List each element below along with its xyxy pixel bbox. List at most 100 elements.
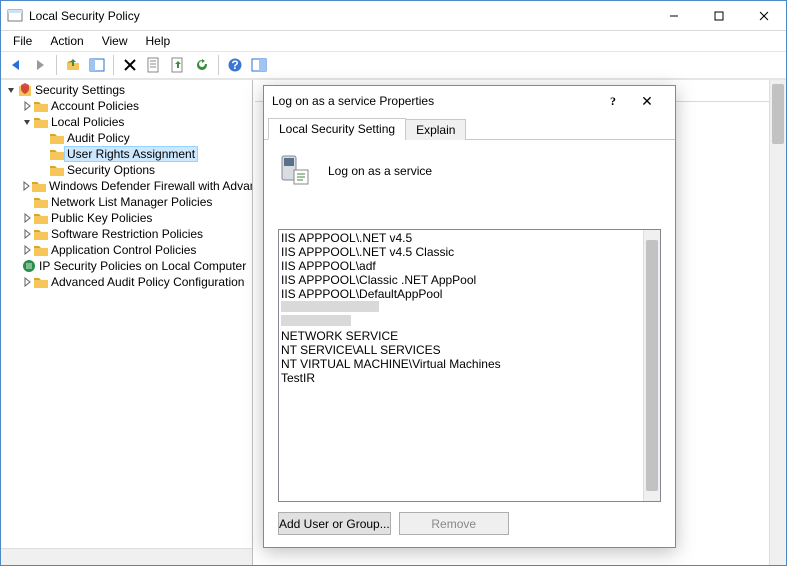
properties-button[interactable]: [143, 54, 165, 76]
principal-item[interactable]: NT SERVICE\ALL SERVICES: [281, 343, 658, 357]
listbox-scrollbar[interactable]: [643, 230, 660, 501]
folder-icon: [33, 274, 49, 290]
folder-icon: [33, 210, 49, 226]
app-icon: [7, 8, 23, 24]
folder-icon: [33, 98, 49, 114]
tree-item[interactable]: Public Key Policies: [1, 210, 252, 226]
expand-collapse-icon[interactable]: [5, 84, 17, 96]
tree-item-label: Audit Policy: [65, 131, 132, 145]
dialog-title: Log on as a service Properties: [272, 94, 599, 108]
tree-item[interactable]: Security Options: [1, 162, 252, 178]
manage-templates-button[interactable]: [248, 54, 270, 76]
tree-item-label: Local Policies: [49, 115, 126, 129]
dialog-help-button[interactable]: ?: [599, 94, 627, 109]
up-button[interactable]: [62, 54, 84, 76]
expand-collapse-icon[interactable]: [21, 116, 33, 128]
tree-item[interactable]: Application Control Policies: [1, 242, 252, 258]
tree-item[interactable]: Software Restriction Policies: [1, 226, 252, 242]
back-button[interactable]: [5, 54, 27, 76]
tree-root[interactable]: Security Settings: [1, 82, 252, 98]
dialog-titlebar: Log on as a service Properties ? ✕: [264, 86, 675, 116]
toolbar: ?: [1, 51, 786, 79]
tree-pane[interactable]: Security Settings Account Policies Local P…: [1, 80, 253, 565]
expand-collapse-icon[interactable]: [21, 244, 33, 256]
folder-icon: [33, 194, 49, 210]
principal-item-redacted[interactable]: [281, 315, 658, 329]
tree-item-label: Advanced Audit Policy Configuration: [49, 275, 246, 289]
expand-collapse-icon[interactable]: [21, 228, 33, 240]
dialog-tabs: Local Security Setting Explain: [264, 116, 675, 140]
folder-icon: [33, 242, 49, 258]
expand-collapse-icon[interactable]: [21, 196, 33, 208]
folder-icon: [33, 114, 49, 130]
h-scrollbar[interactable]: [1, 548, 252, 565]
help-button[interactable]: ?: [224, 54, 246, 76]
tree-item-label: Public Key Policies: [49, 211, 154, 225]
expand-collapse-icon[interactable]: [37, 148, 49, 160]
menu-file[interactable]: File: [5, 32, 40, 50]
properties-dialog: Log on as a service Properties ? ✕ Local…: [263, 85, 676, 548]
expand-collapse-icon[interactable]: [37, 164, 49, 176]
tree-item-label: User Rights Assignment: [65, 147, 197, 161]
tree-item[interactable]: IP Security Policies on Local Computer: [1, 258, 252, 274]
maximize-button[interactable]: [696, 1, 741, 30]
folder-icon: [49, 162, 65, 178]
principal-item[interactable]: NETWORK SERVICE: [281, 329, 658, 343]
tree-item-label: Account Policies: [49, 99, 141, 113]
menu-help[interactable]: Help: [138, 32, 179, 50]
tree-item-label: Application Control Policies: [49, 243, 198, 257]
expand-collapse-icon[interactable]: [21, 212, 33, 224]
expand-collapse-icon[interactable]: [21, 100, 33, 112]
refresh-button[interactable]: [191, 54, 213, 76]
tree-item[interactable]: Advanced Audit Policy Configuration: [1, 274, 252, 290]
add-user-or-group-button[interactable]: Add User or Group...: [278, 512, 391, 535]
v-scrollbar[interactable]: [769, 80, 786, 565]
menu-view[interactable]: View: [94, 32, 136, 50]
principal-item[interactable]: IIS APPPOOL\adf: [281, 259, 658, 273]
export-list-button[interactable]: [167, 54, 189, 76]
tree-item[interactable]: Account Policies: [1, 98, 252, 114]
tree-item-label: Network List Manager Policies: [49, 195, 214, 209]
expand-collapse-icon[interactable]: [21, 180, 31, 192]
principal-item[interactable]: NT VIRTUAL MACHINE\Virtual Machines: [281, 357, 658, 371]
tree-item[interactable]: Network List Manager Policies: [1, 194, 252, 210]
remove-button: Remove: [399, 512, 509, 535]
minimize-button[interactable]: [651, 1, 696, 30]
expand-collapse-icon[interactable]: [21, 276, 33, 288]
tree-item-label: Security Options: [65, 163, 157, 177]
dialog-close-button[interactable]: ✕: [627, 93, 667, 110]
svg-text:?: ?: [231, 58, 238, 72]
tab-local-security-setting[interactable]: Local Security Setting: [268, 118, 406, 140]
folder-icon: [49, 146, 65, 162]
principal-item[interactable]: IIS APPPOOL\Classic .NET AppPool: [281, 273, 658, 287]
folder-icon: [33, 226, 49, 242]
menubar: File Action View Help: [1, 31, 786, 51]
window-title: Local Security Policy: [29, 9, 651, 23]
principal-item[interactable]: IIS APPPOOL\DefaultAppPool: [281, 287, 658, 301]
show-hide-tree-button[interactable]: [86, 54, 108, 76]
tree-item[interactable]: Audit Policy: [1, 130, 252, 146]
tree-item-label: IP Security Policies on Local Computer: [37, 259, 248, 273]
expand-collapse-icon[interactable]: [37, 132, 49, 144]
principal-item[interactable]: IIS APPPOOL\.NET v4.5 Classic: [281, 245, 658, 259]
tree-item[interactable]: Local Policies: [1, 114, 252, 130]
policy-icon: [278, 152, 312, 189]
separator: [113, 55, 114, 75]
forward-button[interactable]: [29, 54, 51, 76]
close-button[interactable]: [741, 1, 786, 30]
separator: [56, 55, 57, 75]
security-settings-icon: [17, 82, 33, 98]
principal-item[interactable]: TestIR: [281, 371, 658, 385]
tree-item-label: Security Settings: [33, 83, 127, 97]
delete-button[interactable]: [119, 54, 141, 76]
principal-item-redacted[interactable]: [281, 301, 658, 315]
tree-item[interactable]: User Rights Assignment: [1, 146, 252, 162]
tab-explain[interactable]: Explain: [405, 119, 466, 140]
menu-action[interactable]: Action: [42, 32, 91, 50]
tree-item[interactable]: Windows Defender Firewall with Advanced …: [1, 178, 252, 194]
principal-item[interactable]: IIS APPPOOL\.NET v4.5: [281, 231, 658, 245]
folder-icon: [49, 130, 65, 146]
ipsec-icon: [21, 258, 37, 274]
tree-item-label: Software Restriction Policies: [49, 227, 205, 241]
principals-listbox[interactable]: IIS APPPOOL\.NET v4.5IIS APPPOOL\.NET v4…: [278, 229, 661, 502]
